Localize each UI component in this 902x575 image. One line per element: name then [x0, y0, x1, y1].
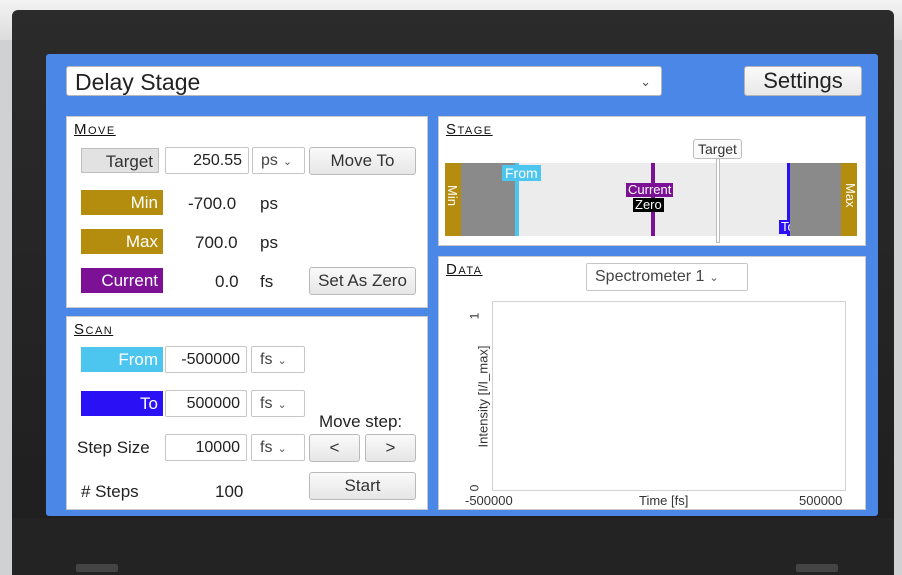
target-label: Target [81, 148, 159, 173]
plot-area [492, 301, 846, 491]
move-step-label: Move step: [319, 412, 403, 431]
min-unit: ps [260, 194, 278, 213]
min-value: -700.0 [188, 194, 237, 213]
target-unit-select[interactable]: ps ⌄ [252, 147, 305, 174]
max-value: 700.0 [195, 233, 238, 252]
chevron-down-icon: ⌄ [709, 272, 719, 284]
step-size-unit-value: fs [260, 439, 273, 456]
max-label: Max [81, 229, 163, 254]
chevron-down-icon: ⌄ [640, 74, 651, 89]
from-label: From [81, 347, 163, 372]
out-of-range-right [790, 163, 842, 236]
from-tag: From [502, 165, 541, 181]
y-tick-top: 1 [467, 312, 482, 320]
target-tag: Target [693, 139, 742, 159]
step-size-input[interactable]: 10000 [165, 434, 247, 461]
monitor-bezel-bottom [12, 518, 894, 575]
set-as-zero-button[interactable]: Set As Zero [309, 267, 416, 295]
start-scan-button[interactable]: Start [309, 472, 416, 500]
monitor-foot-right [796, 564, 838, 572]
min-label: Min [81, 190, 163, 215]
step-size-unit-select[interactable]: fs ⌄ [251, 434, 305, 461]
current-unit: fs [260, 272, 274, 291]
scan-panel: Scan From -500000 fs ⌄ To 500000 fs ⌄ Move… [66, 316, 428, 510]
move-panel: Move Target 250.55 ps ⌄ Move To Min -700.… [66, 116, 428, 308]
stage-panel-title: Stage [446, 121, 493, 138]
data-panel: Data Spectrometer 1 ⌄ 1 0 Intensity [I/I_… [438, 256, 866, 510]
move-to-button[interactable]: Move To [309, 147, 416, 175]
step-forward-button[interactable]: > [365, 434, 416, 462]
move-panel-title: Move [74, 121, 116, 138]
chevron-down-icon: ⌄ [277, 355, 287, 367]
spectrometer-select[interactable]: Spectrometer 1 ⌄ [586, 263, 748, 291]
zero-tag: Zero [633, 197, 664, 212]
spectrometer-select-value: Spectrometer 1 [595, 268, 705, 285]
x-axis-label: Time [fs] [639, 493, 689, 508]
chevron-down-icon: ⌄ [277, 443, 287, 455]
target-input[interactable]: 250.55 [165, 147, 249, 174]
app-screen: Delay Stage ⌄ Settings Move Target 250.5… [46, 54, 878, 516]
y-tick-bottom: 0 [467, 484, 482, 492]
current-label: Current [81, 268, 163, 293]
steps-label: # Steps [81, 482, 139, 501]
step-back-button[interactable]: < [309, 434, 360, 462]
to-unit-value: fs [260, 395, 273, 412]
stage-select-dropdown[interactable]: Delay Stage ⌄ [66, 66, 662, 96]
from-unit-select[interactable]: fs ⌄ [251, 346, 305, 373]
stage-panel: Stage Min From Current Zero To Max Targe… [438, 116, 866, 246]
target-slider[interactable] [716, 155, 720, 243]
min-tag: Min [445, 185, 460, 206]
x-tick-left: -500000 [465, 493, 513, 508]
y-axis-label: Intensity [I/I_max] [475, 345, 491, 448]
current-tag: Current [626, 182, 674, 197]
max-unit: ps [260, 233, 278, 252]
from-input[interactable]: -500000 [165, 346, 247, 373]
step-size-label: Step Size [77, 438, 150, 457]
to-input[interactable]: 500000 [165, 390, 247, 417]
chevron-down-icon: ⌄ [277, 399, 287, 411]
chevron-down-icon: ⌄ [282, 156, 293, 168]
x-tick-right: 500000 [799, 493, 843, 508]
from-unit-value: fs [260, 351, 273, 368]
settings-button[interactable]: Settings [744, 66, 862, 96]
max-tag: Max [843, 183, 858, 208]
stage-position-bar: Min From Current Zero To Max [445, 155, 858, 243]
current-value: 0.0 [215, 272, 239, 291]
data-panel-title: Data [446, 261, 483, 278]
target-unit-value: ps [261, 152, 278, 169]
stage-select-value: Delay Stage [75, 69, 201, 95]
monitor-foot-left [76, 564, 118, 572]
to-label: To [81, 391, 163, 416]
to-unit-select[interactable]: fs ⌄ [251, 390, 305, 417]
steps-value: 100 [215, 482, 244, 501]
scan-panel-title: Scan [74, 321, 114, 338]
